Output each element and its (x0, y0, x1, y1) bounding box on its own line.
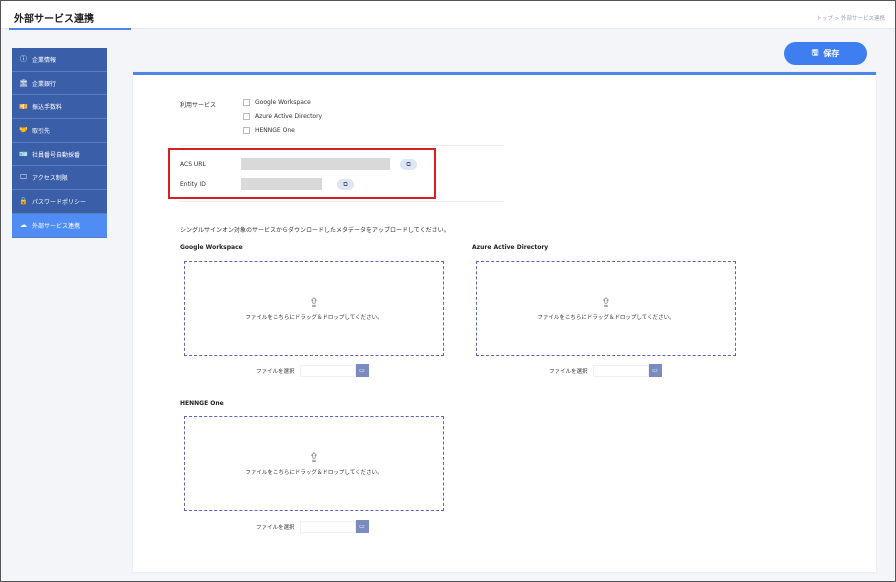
file-name-input[interactable] (592, 364, 649, 377)
file-select-google: ファイルを選択 ▭ (256, 364, 369, 377)
dropzone-hennge[interactable]: ⇪ ファイルをこちらにドラッグ＆ドロップしてください。 (184, 416, 444, 511)
upload-description: シングルサインオン対象のサービスからダウンロードしたメタデータをアップロードして… (180, 227, 450, 234)
choose-file-label: ファイルを選択 (256, 368, 295, 375)
sidebar-item-company-bank[interactable]: 🏛 企業銀行 (12, 71, 107, 96)
file-name-input[interactable] (299, 520, 356, 533)
bank-icon: 🏛 (19, 79, 28, 88)
services-label: 利用サービス (180, 102, 217, 109)
sidebar-item-external-service[interactable]: ☁ 外部サービス連携 (12, 213, 107, 238)
sidebar-item-password-policy[interactable]: 🔒 パスワードポリシー (12, 190, 107, 214)
acs-url-value (241, 158, 390, 170)
checkbox[interactable] (243, 127, 250, 134)
sidebar-item-company-info[interactable]: ⓘ 企業情報 (12, 48, 107, 72)
service-option-azure[interactable]: Azure Active Directory (243, 113, 322, 120)
section-title-azure: Azure Active Directory (472, 244, 549, 251)
checkbox[interactable] (243, 99, 250, 106)
breadcrumb[interactable]: トップ > 外部サービス連携 (816, 14, 885, 22)
sidebar-item-label: 企業銀行 (32, 80, 57, 88)
divider (178, 145, 504, 146)
file-name-input[interactable] (299, 364, 356, 377)
dropzone-text: ファイルをこちらにドラッグ＆ドロップしてください。 (245, 469, 383, 476)
folder-button[interactable]: ▭ (648, 364, 662, 377)
dropzone-text: ファイルをこちらにドラッグ＆ドロップしてください。 (245, 314, 383, 321)
handshake-icon: 🤝 (19, 126, 28, 135)
sidebar-item-transfer-fee[interactable]: 💴 振込手数料 (12, 95, 107, 120)
sidebar-item-business-partner[interactable]: 🤝 取引先 (12, 119, 107, 143)
file-select-hennge: ファイルを選択 ▭ (256, 520, 369, 533)
sidebar: ⓘ 企業情報 🏛 企業銀行 💴 振込手数料 🤝 取引先 🪪 社員番号自動採番 🖵 アクセス制… (12, 48, 107, 238)
sso-info-highlight (168, 148, 436, 199)
sidebar-item-label: 企業情報 (32, 56, 57, 64)
checkbox-label: Google Workspace (255, 99, 311, 106)
upload-icon: ⇪ (308, 450, 320, 466)
acs-url-label: ACS URL (180, 161, 206, 168)
file-select-azure: ファイルを選択 ▭ (549, 364, 662, 377)
page-header: 外部サービス連携 トップ > 外部サービス連携 (1, 1, 895, 30)
entity-id-value (241, 178, 322, 190)
page-title: 外部サービス連携 (14, 14, 94, 25)
upload-icon: ⇪ (600, 295, 612, 311)
divider (178, 201, 504, 202)
folder-button[interactable]: ▭ (355, 520, 369, 533)
title-underline (9, 28, 131, 30)
entity-id-label: Entity ID (180, 181, 206, 188)
id-card-icon: 🪪 (19, 150, 28, 159)
folder-icon: ▭ (652, 367, 658, 374)
section-title-google: Google Workspace (180, 244, 243, 251)
sidebar-item-label: 外部サービス連携 (32, 222, 81, 230)
upload-icon: ⇪ (308, 295, 320, 311)
copy-entity-id-button[interactable]: ⧉ (337, 179, 354, 190)
sidebar-item-label: 振込手数料 (32, 104, 63, 112)
choose-file-label: ファイルを選択 (256, 524, 295, 531)
folder-icon: ▭ (359, 367, 365, 374)
dropzone-azure[interactable]: ⇪ ファイルをこちらにドラッグ＆ドロップしてください。 (476, 261, 736, 356)
checkbox[interactable] (243, 113, 250, 120)
dropzone-text: ファイルをこちらにドラッグ＆ドロップしてください。 (537, 314, 675, 321)
folder-icon: ▭ (359, 523, 365, 530)
service-option-hennge[interactable]: HENNGE One (243, 127, 295, 134)
section-title-hennge: HENNGE One (180, 400, 224, 407)
folder-button[interactable]: ▭ (355, 364, 369, 377)
dropzone-google[interactable]: ⇪ ファイルをこちらにドラッグ＆ドロップしてください。 (184, 261, 444, 356)
sidebar-item-label: アクセス制限 (32, 175, 68, 183)
fee-icon: 💴 (19, 102, 28, 111)
cloud-icon: ☁ (20, 221, 27, 230)
save-button-label: 保存 (823, 49, 840, 58)
info-icon: ⓘ (20, 55, 27, 64)
copy-acs-url-button[interactable]: ⧉ (400, 159, 417, 170)
copy-icon: ⧉ (343, 180, 348, 188)
sidebar-item-label: パスワードポリシー (32, 198, 87, 206)
sidebar-item-access-restriction[interactable]: 🖵 アクセス制限 (12, 166, 107, 191)
sidebar-item-label: 取引先 (32, 127, 51, 135)
monitor-icon: 🖵 (20, 173, 27, 182)
service-option-google[interactable]: Google Workspace (243, 99, 311, 106)
sidebar-item-employee-number[interactable]: 🪪 社員番号自動採番 (12, 142, 107, 167)
sidebar-item-label: 社員番号自動採番 (32, 151, 81, 159)
checkbox-label: Azure Active Directory (255, 113, 323, 120)
choose-file-label: ファイルを選択 (549, 368, 588, 375)
floppy-disk-icon: 🖫 (811, 47, 819, 57)
lock-icon: 🔒 (19, 197, 28, 206)
save-button[interactable]: 🖫 保存 (784, 42, 867, 65)
copy-icon: ⧉ (406, 160, 411, 168)
checkbox-label: HENNGE One (255, 127, 295, 134)
